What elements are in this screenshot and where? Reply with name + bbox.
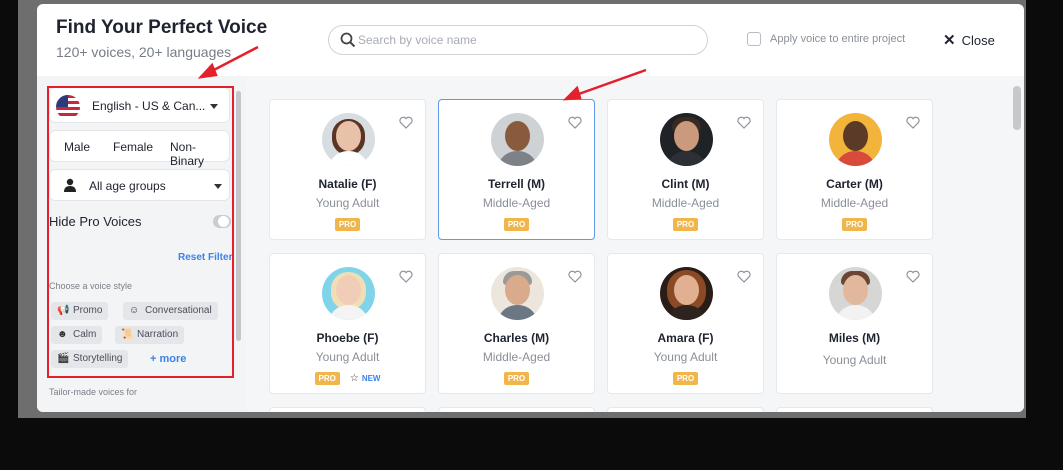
voice-card-charles[interactable]: Charles (M) Middle-Aged PRO — [438, 253, 595, 394]
voice-badges: PRO ☆ NEW — [270, 372, 425, 385]
new-badge: NEW — [361, 374, 381, 383]
voice-card-clint[interactable]: Clint (M) Middle-Aged PRO — [607, 99, 764, 240]
voice-age: Young Adult — [822, 353, 887, 367]
avatar — [829, 113, 882, 166]
voice-card-partial[interactable] — [269, 407, 426, 412]
modal-title: Find Your Perfect Voice — [56, 17, 268, 38]
voice-card-terrell[interactable]: Terrell (M) Middle-Aged PRO — [438, 99, 595, 240]
search-input[interactable]: Search by voice name — [328, 25, 708, 55]
voice-name: Amara (F) — [657, 331, 714, 345]
voice-age: Young Adult — [653, 350, 718, 364]
annotation-highlight-box — [47, 86, 234, 378]
voice-age: Middle-Aged — [482, 350, 551, 364]
apply-to-project-checkbox[interactable] — [747, 32, 761, 46]
heart-icon[interactable] — [568, 270, 582, 283]
close-label: Close — [961, 33, 995, 48]
voice-card-partial[interactable] — [607, 407, 764, 412]
voice-age: Young Adult — [315, 196, 380, 210]
pro-badge: PRO — [334, 218, 361, 231]
voice-badges: PRO — [439, 218, 594, 231]
pro-badge: PRO — [672, 218, 699, 231]
voice-card-carter[interactable]: Carter (M) Middle-Aged PRO — [776, 99, 933, 240]
heart-icon[interactable] — [906, 116, 920, 129]
close-button[interactable]: ✕ Close — [943, 31, 995, 49]
voice-card-partial[interactable] — [776, 407, 933, 412]
voice-card-partial[interactable] — [438, 407, 595, 412]
tailor-made-label: Tailor-made voices for — [49, 387, 138, 397]
voice-card-natalie[interactable]: Natalie (F) Young Adult PRO — [269, 99, 426, 240]
avatar — [660, 267, 713, 320]
voice-age: Young Adult — [315, 350, 380, 364]
grid-scrollbar[interactable] — [1013, 86, 1021, 130]
modal-subtitle: 120+ voices, 20+ languages — [56, 44, 232, 60]
voice-badges: PRO — [270, 218, 425, 231]
avatar — [322, 113, 375, 166]
voice-name: Charles (M) — [483, 331, 550, 345]
voice-card-miles[interactable]: Miles (M) Young Adult — [776, 253, 933, 394]
avatar — [491, 267, 544, 320]
voice-name: Clint (M) — [661, 177, 710, 191]
sidebar-scrollbar[interactable] — [236, 91, 241, 341]
pro-badge: PRO — [672, 372, 699, 385]
voice-badges: PRO — [777, 218, 932, 231]
voice-badges: PRO — [439, 372, 594, 385]
apply-to-project-label: Apply voice to entire project — [770, 33, 906, 45]
voice-name: Miles (M) — [828, 331, 881, 345]
avatar — [660, 113, 713, 166]
voice-card-phoebe[interactable]: Phoebe (F) Young Adult PRO ☆ NEW — [269, 253, 426, 394]
heart-icon[interactable] — [737, 116, 751, 129]
avatar — [829, 267, 882, 320]
bottom-bar — [0, 418, 1063, 470]
heart-icon[interactable] — [737, 270, 751, 283]
heart-icon[interactable] — [906, 270, 920, 283]
voice-name: Phoebe (F) — [316, 331, 379, 345]
pro-badge: PRO — [314, 372, 340, 385]
voice-age: Middle-Aged — [820, 196, 889, 210]
voice-name: Natalie (F) — [318, 177, 377, 191]
heart-icon[interactable] — [568, 116, 582, 129]
voice-age: Middle-Aged — [482, 196, 551, 210]
search-icon — [340, 32, 356, 48]
voice-badges: PRO — [608, 218, 763, 231]
voice-grid: Natalie (F) Young Adult PRO Terrell (M) … — [246, 76, 1024, 412]
voice-name: Carter (M) — [826, 177, 883, 191]
voice-name: Terrell (M) — [487, 177, 546, 191]
pro-badge: PRO — [503, 218, 530, 231]
pro-badge: PRO — [503, 372, 530, 385]
pro-badge: PRO — [841, 218, 868, 231]
star-icon: ☆ — [349, 373, 359, 384]
voice-badges: PRO — [608, 372, 763, 385]
avatar — [491, 113, 544, 166]
avatar — [322, 267, 375, 320]
close-icon: ✕ — [943, 32, 956, 49]
heart-icon[interactable] — [399, 270, 413, 283]
voice-age: Middle-Aged — [651, 196, 720, 210]
heart-icon[interactable] — [399, 116, 413, 129]
voice-card-amara[interactable]: Amara (F) Young Adult PRO — [607, 253, 764, 394]
search-placeholder: Search by voice name — [358, 33, 477, 47]
